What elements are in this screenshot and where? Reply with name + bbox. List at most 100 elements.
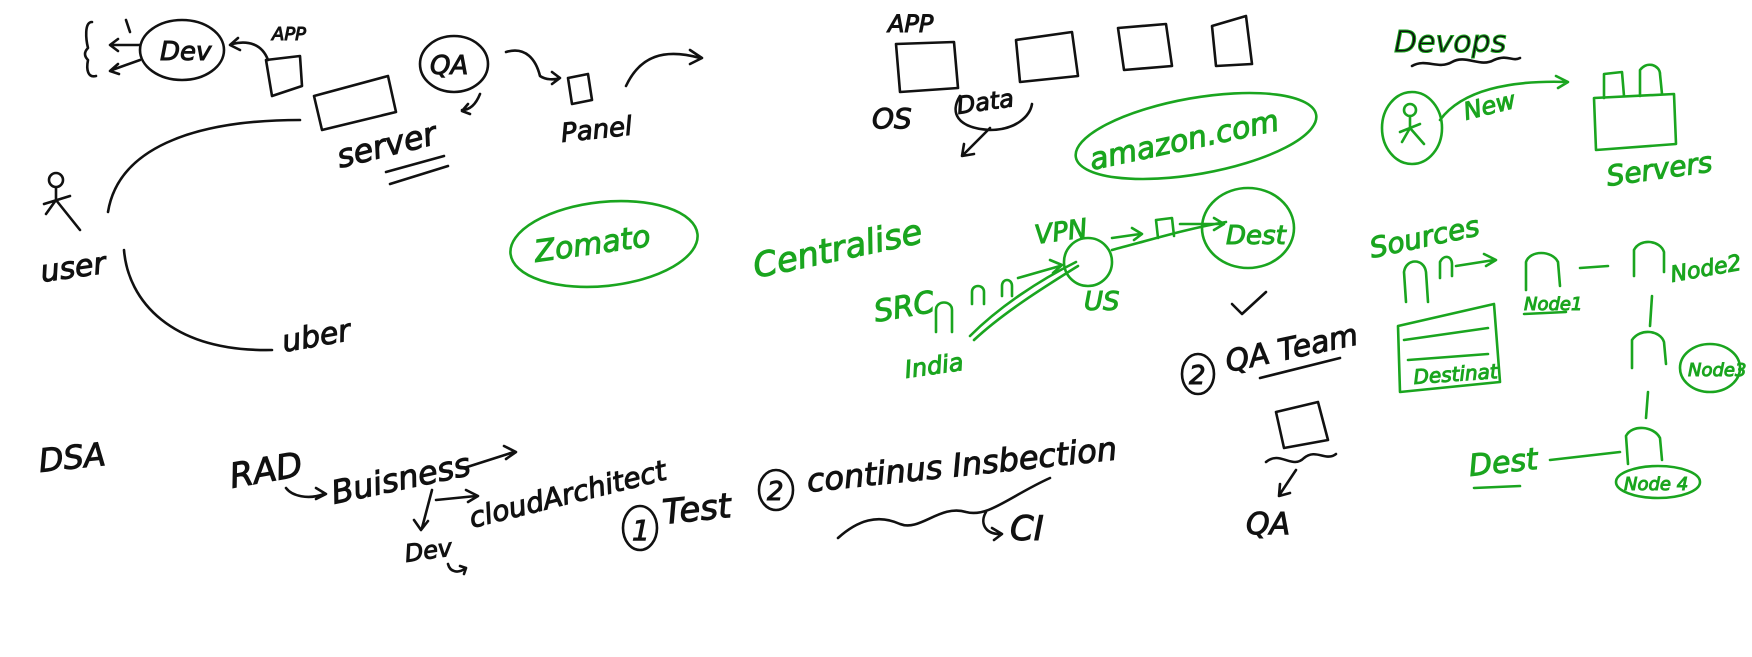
node3-label: Node3	[1688, 360, 1746, 381]
rad-flow: DSA RAD Buisness cloudArchitect Dev	[36, 435, 671, 576]
source-node-1	[1402, 260, 1430, 304]
dev-bottom-label: Dev	[403, 533, 455, 567]
user-to-server-curve	[106, 118, 302, 214]
source-arrow	[1454, 252, 1498, 268]
user-label: user	[38, 246, 109, 290]
vpn-circle	[1062, 236, 1114, 288]
india-label: India	[903, 348, 965, 384]
node2-shape	[1632, 240, 1666, 278]
src-node-1	[934, 301, 954, 334]
dev-label: Dev	[160, 37, 212, 67]
bracket-arrow-2	[108, 58, 142, 76]
devops-person-body	[1398, 114, 1426, 146]
whiteboard-canvas: Dev APP server QA Panel user uber DSA RA…	[36, 10, 1747, 576]
user-flow: user uber	[38, 118, 355, 360]
node3-shape	[1630, 330, 1668, 370]
src-node-2	[970, 284, 986, 306]
continuous-inspection-label: continus Insbection	[805, 430, 1119, 500]
centralize-label: Centralise	[750, 212, 926, 287]
node4-label: Node 4	[1624, 474, 1688, 495]
vpn-to-node-arrow	[1110, 226, 1144, 242]
servers-label: Servers	[1604, 145, 1714, 192]
uber-label: uber	[279, 313, 355, 360]
dest-bottom-underline	[1472, 484, 1522, 490]
dest-label: Dest	[1226, 221, 1287, 251]
node2-label: Node2	[1669, 251, 1744, 288]
node1-to-node2-dash	[1578, 264, 1610, 270]
bracket-tick	[124, 18, 132, 34]
qa-team-box	[1274, 400, 1330, 450]
panel-label: Panel	[560, 112, 635, 149]
num-2-qa-label: 2	[1189, 361, 1206, 391]
qa-to-server-arrow	[460, 92, 482, 116]
devops-label: Devops	[1394, 25, 1506, 60]
dest-bottom-label: Dest	[1467, 442, 1540, 484]
test-label: Test	[661, 486, 735, 533]
num-2-ci-label: 2	[767, 477, 784, 507]
num-1-label: 1	[632, 514, 650, 547]
sources-label: Sources	[1367, 209, 1483, 264]
qa-team-squiggle	[1264, 452, 1338, 464]
bracket-arrow-1	[108, 37, 142, 53]
qa-team-arrow	[1277, 468, 1298, 498]
app-box-2	[1014, 30, 1080, 84]
destinat-line-1	[1402, 326, 1490, 342]
qa-team-flow: 2 QA Team QA	[1180, 290, 1362, 543]
node1-shape	[1524, 251, 1562, 292]
dest-to-node4-line	[1548, 450, 1622, 462]
rad-to-business-arrow	[284, 486, 328, 501]
server-box	[312, 74, 398, 132]
panel-out-arrow	[624, 48, 704, 88]
data-label: Data	[955, 84, 1016, 120]
app-label-top-left: APP	[271, 24, 306, 45]
app-box-1	[894, 40, 960, 94]
zomato-amazon: Zomato amazon.com Centralise	[509, 91, 1318, 289]
app-label-top-center: APP	[886, 10, 934, 38]
panel-box	[566, 72, 594, 106]
qa-bottom-label: QA	[1246, 507, 1290, 542]
app-box-4	[1210, 14, 1254, 68]
user-body	[42, 186, 82, 232]
ci-label: CI	[1010, 509, 1044, 549]
node2-to-node3-dash	[1648, 294, 1654, 328]
user-head	[47, 171, 65, 189]
destinat-line-2	[1406, 352, 1490, 362]
us-label: US	[1084, 287, 1120, 317]
src-node-3	[1000, 278, 1014, 298]
servers-box	[1592, 92, 1678, 152]
rad-label: RAD	[227, 445, 306, 497]
src-to-vpn-bundle	[968, 260, 1080, 342]
src-label: SRC	[871, 285, 937, 330]
vpn-label: VPN	[1033, 214, 1090, 251]
qa-label-top: QA	[430, 51, 468, 81]
dev-bottom-hook	[446, 562, 468, 576]
data-down-arrow	[960, 126, 992, 158]
app-to-dev-arrow	[228, 36, 270, 62]
user-to-uber-curve	[122, 248, 274, 352]
vpn-to-dest-line	[1110, 216, 1228, 252]
qa-team-check	[1230, 290, 1268, 316]
node3-to-node4-dash	[1644, 390, 1650, 420]
devops-person-head	[1402, 102, 1418, 118]
ci-hook-arrow	[982, 510, 1004, 542]
servers-top-2	[1638, 63, 1664, 98]
business-arrow-right	[434, 488, 480, 504]
new-label: New	[1461, 86, 1519, 126]
nodes-flow: Sources Destinat Node1 Node2 Node3 Node …	[1366, 209, 1747, 500]
dev-server-flow: Dev APP server QA Panel	[83, 18, 704, 186]
node4-shape	[1624, 426, 1664, 466]
app-box	[264, 54, 304, 98]
app-box-3	[1116, 22, 1174, 72]
business-arrow-up	[462, 444, 518, 470]
zomato-label: Zomato	[531, 219, 652, 270]
business-label: Buisness	[328, 445, 474, 512]
os-label: OS	[872, 102, 912, 135]
source-node-2	[1438, 255, 1454, 280]
src-to-vpn-arrow	[1016, 258, 1064, 280]
dsa-label: DSA	[37, 435, 107, 480]
devops-flow: Devops New Servers	[1380, 25, 1715, 193]
business-arrow-down	[412, 488, 434, 532]
amazon-label: amazon.com	[1086, 104, 1282, 178]
qa-to-panel-arrow	[504, 49, 562, 86]
dev-bracket	[83, 20, 98, 78]
